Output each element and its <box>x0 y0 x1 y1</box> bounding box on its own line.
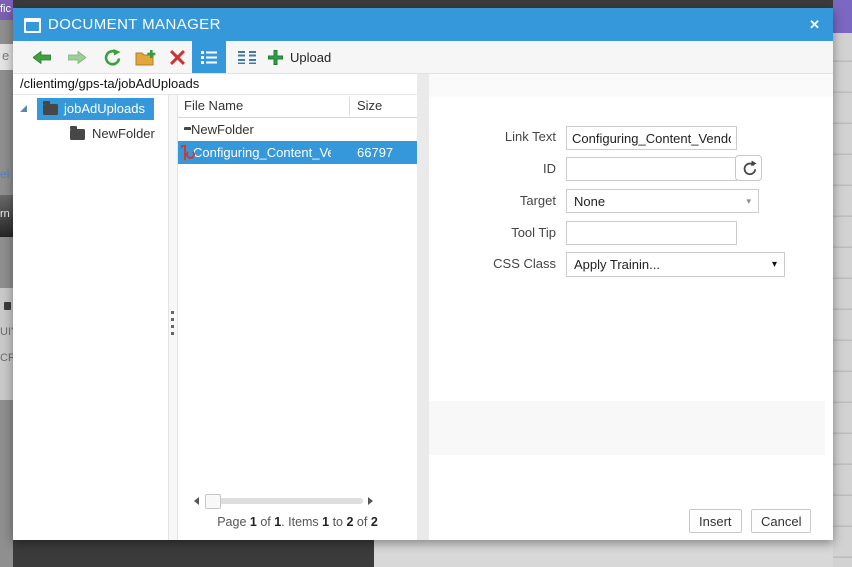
tool-tip-label: Tool Tip <box>511 225 556 240</box>
pdf-file-icon <box>184 144 186 161</box>
tree-selected-node[interactable]: jobAdUploads <box>37 97 154 120</box>
horizontal-scrollbar-thumb[interactable] <box>205 494 221 509</box>
pager-text: Page <box>217 515 250 529</box>
background-button-fragment: rn <box>0 195 13 237</box>
tool-tip-input[interactable] <box>566 221 737 245</box>
chevron-down-icon: ▾ <box>771 259 777 270</box>
reload-icon <box>743 160 757 176</box>
background-panel-fragment: UI' CRI <box>0 288 13 400</box>
arrow-left-icon <box>33 50 51 64</box>
id-label: ID <box>543 161 556 176</box>
file-row[interactable]: NewFolder <box>178 118 417 141</box>
folder-tree: jobAdUploads NewFolder <box>13 95 168 540</box>
pager-text: of <box>256 515 275 529</box>
preview-section <box>429 401 825 455</box>
link-text-input[interactable] <box>566 126 737 150</box>
file-size: 66797 <box>357 145 394 160</box>
background-purple-fragment <box>833 0 852 33</box>
expander-icon[interactable] <box>19 104 28 113</box>
link-text-label: Link Text <box>504 129 556 144</box>
delete-x-icon <box>169 49 185 65</box>
arrow-right-icon <box>68 50 86 64</box>
dialog-titlebar[interactable]: DOCUMENT MANAGER ✕ <box>13 8 833 41</box>
list-view-icon <box>201 51 217 64</box>
pager-text: of <box>353 515 371 529</box>
file-list: File Name Size NewFolder Configuring_Con… <box>178 95 417 540</box>
scroll-right-icon[interactable] <box>368 497 373 505</box>
panel-top-band <box>429 74 833 97</box>
folder-icon <box>43 100 58 115</box>
chevron-down-icon: ▾ <box>746 195 751 206</box>
target-value: None <box>574 193 606 209</box>
pane-splitter[interactable] <box>168 95 178 540</box>
list-view-button[interactable] <box>192 41 226 73</box>
tree-item-label: NewFolder <box>92 126 155 141</box>
delete-button[interactable] <box>165 41 189 73</box>
folder-icon <box>70 125 85 140</box>
dialog-title: DOCUMENT MANAGER <box>48 16 221 33</box>
pager-text: . Items <box>281 515 323 529</box>
upload-button[interactable]: Upload <box>268 41 354 73</box>
path-bar: /clientimg/gps-ta/jobAdUploads <box>13 74 417 95</box>
background-left-strip: fic e el rn UI' CRI <box>0 0 15 567</box>
tree-item-jobadyploads[interactable]: jobAdUploads <box>19 97 154 120</box>
thumbnail-view-icon <box>238 51 256 64</box>
generate-id-button[interactable] <box>735 155 762 181</box>
forward-button[interactable] <box>64 41 90 73</box>
insert-button[interactable]: Insert <box>689 509 742 533</box>
bg-text: rn <box>0 208 10 220</box>
new-folder-icon <box>135 49 155 65</box>
background-link-fragment: el <box>0 166 13 182</box>
thumbnail-view-button[interactable] <box>230 41 264 73</box>
refresh-button[interactable] <box>99 41 125 73</box>
background-right-strip <box>833 0 852 567</box>
screen: fic e el rn UI' CRI DOCUMENT MANAGER ✕ <box>0 0 852 567</box>
column-header-size[interactable]: Size <box>357 95 382 117</box>
upload-label: Upload <box>290 49 332 65</box>
splitter-grip-icon[interactable] <box>171 307 174 339</box>
bg-text: fic <box>0 3 11 15</box>
target-label: Target <box>519 193 556 208</box>
pager-text: to <box>329 515 347 529</box>
cancel-button[interactable]: Cancel <box>751 509 812 533</box>
refresh-icon <box>104 48 120 65</box>
link-settings-panel: Link Text ID Target None ▾ Tool Tip CSS … <box>429 74 833 540</box>
css-class-label: CSS Class <box>493 256 556 271</box>
pencil-icon <box>4 302 11 310</box>
plus-icon <box>268 49 283 65</box>
back-button[interactable] <box>29 41 55 73</box>
toolbar: Upload <box>13 41 833 74</box>
background-header-fragment: fic <box>0 0 13 20</box>
bg-text: UI' <box>0 326 13 338</box>
css-class-value: Apply Trainin... <box>574 257 660 272</box>
bg-text: e <box>2 48 10 63</box>
document-manager-dialog: DOCUMENT MANAGER ✕ Upload /clientimg/gps… <box>13 8 833 540</box>
bg-text: el <box>0 167 10 181</box>
file-row-selected[interactable]: Configuring_Content_Vendo 66797 <box>178 141 417 164</box>
window-icon <box>24 18 41 33</box>
scroll-left-icon[interactable] <box>194 497 199 505</box>
list-header: File Name Size <box>178 95 417 118</box>
target-dropdown[interactable]: None ▾ <box>566 189 759 213</box>
current-path: /clientimg/gps-ta/jobAdUploads <box>20 76 200 91</box>
horizontal-scrollbar-track[interactable] <box>205 498 363 504</box>
bg-text: CRI <box>0 352 13 364</box>
id-input[interactable] <box>566 157 737 181</box>
pager-number: 2 <box>370 515 378 529</box>
new-folder-button[interactable] <box>132 41 158 73</box>
column-divider <box>349 97 350 116</box>
column-header-filename[interactable]: File Name <box>184 95 243 117</box>
close-icon[interactable]: ✕ <box>809 8 820 41</box>
file-name: NewFolder <box>191 122 254 137</box>
pager-number: 1 <box>249 515 257 529</box>
file-name: Configuring_Content_Vendo <box>193 145 331 160</box>
css-class-dropdown[interactable]: Apply Trainin... ▾ <box>566 252 785 277</box>
background-bottom-band <box>374 540 852 567</box>
pager-status: Page 1 of 1. Items 1 to 2 of 2 <box>178 515 417 529</box>
tree-item-newfolder[interactable]: NewFolder <box>70 122 155 145</box>
tree-item-label: jobAdUploads <box>64 101 145 116</box>
list-form-divider <box>417 74 429 540</box>
